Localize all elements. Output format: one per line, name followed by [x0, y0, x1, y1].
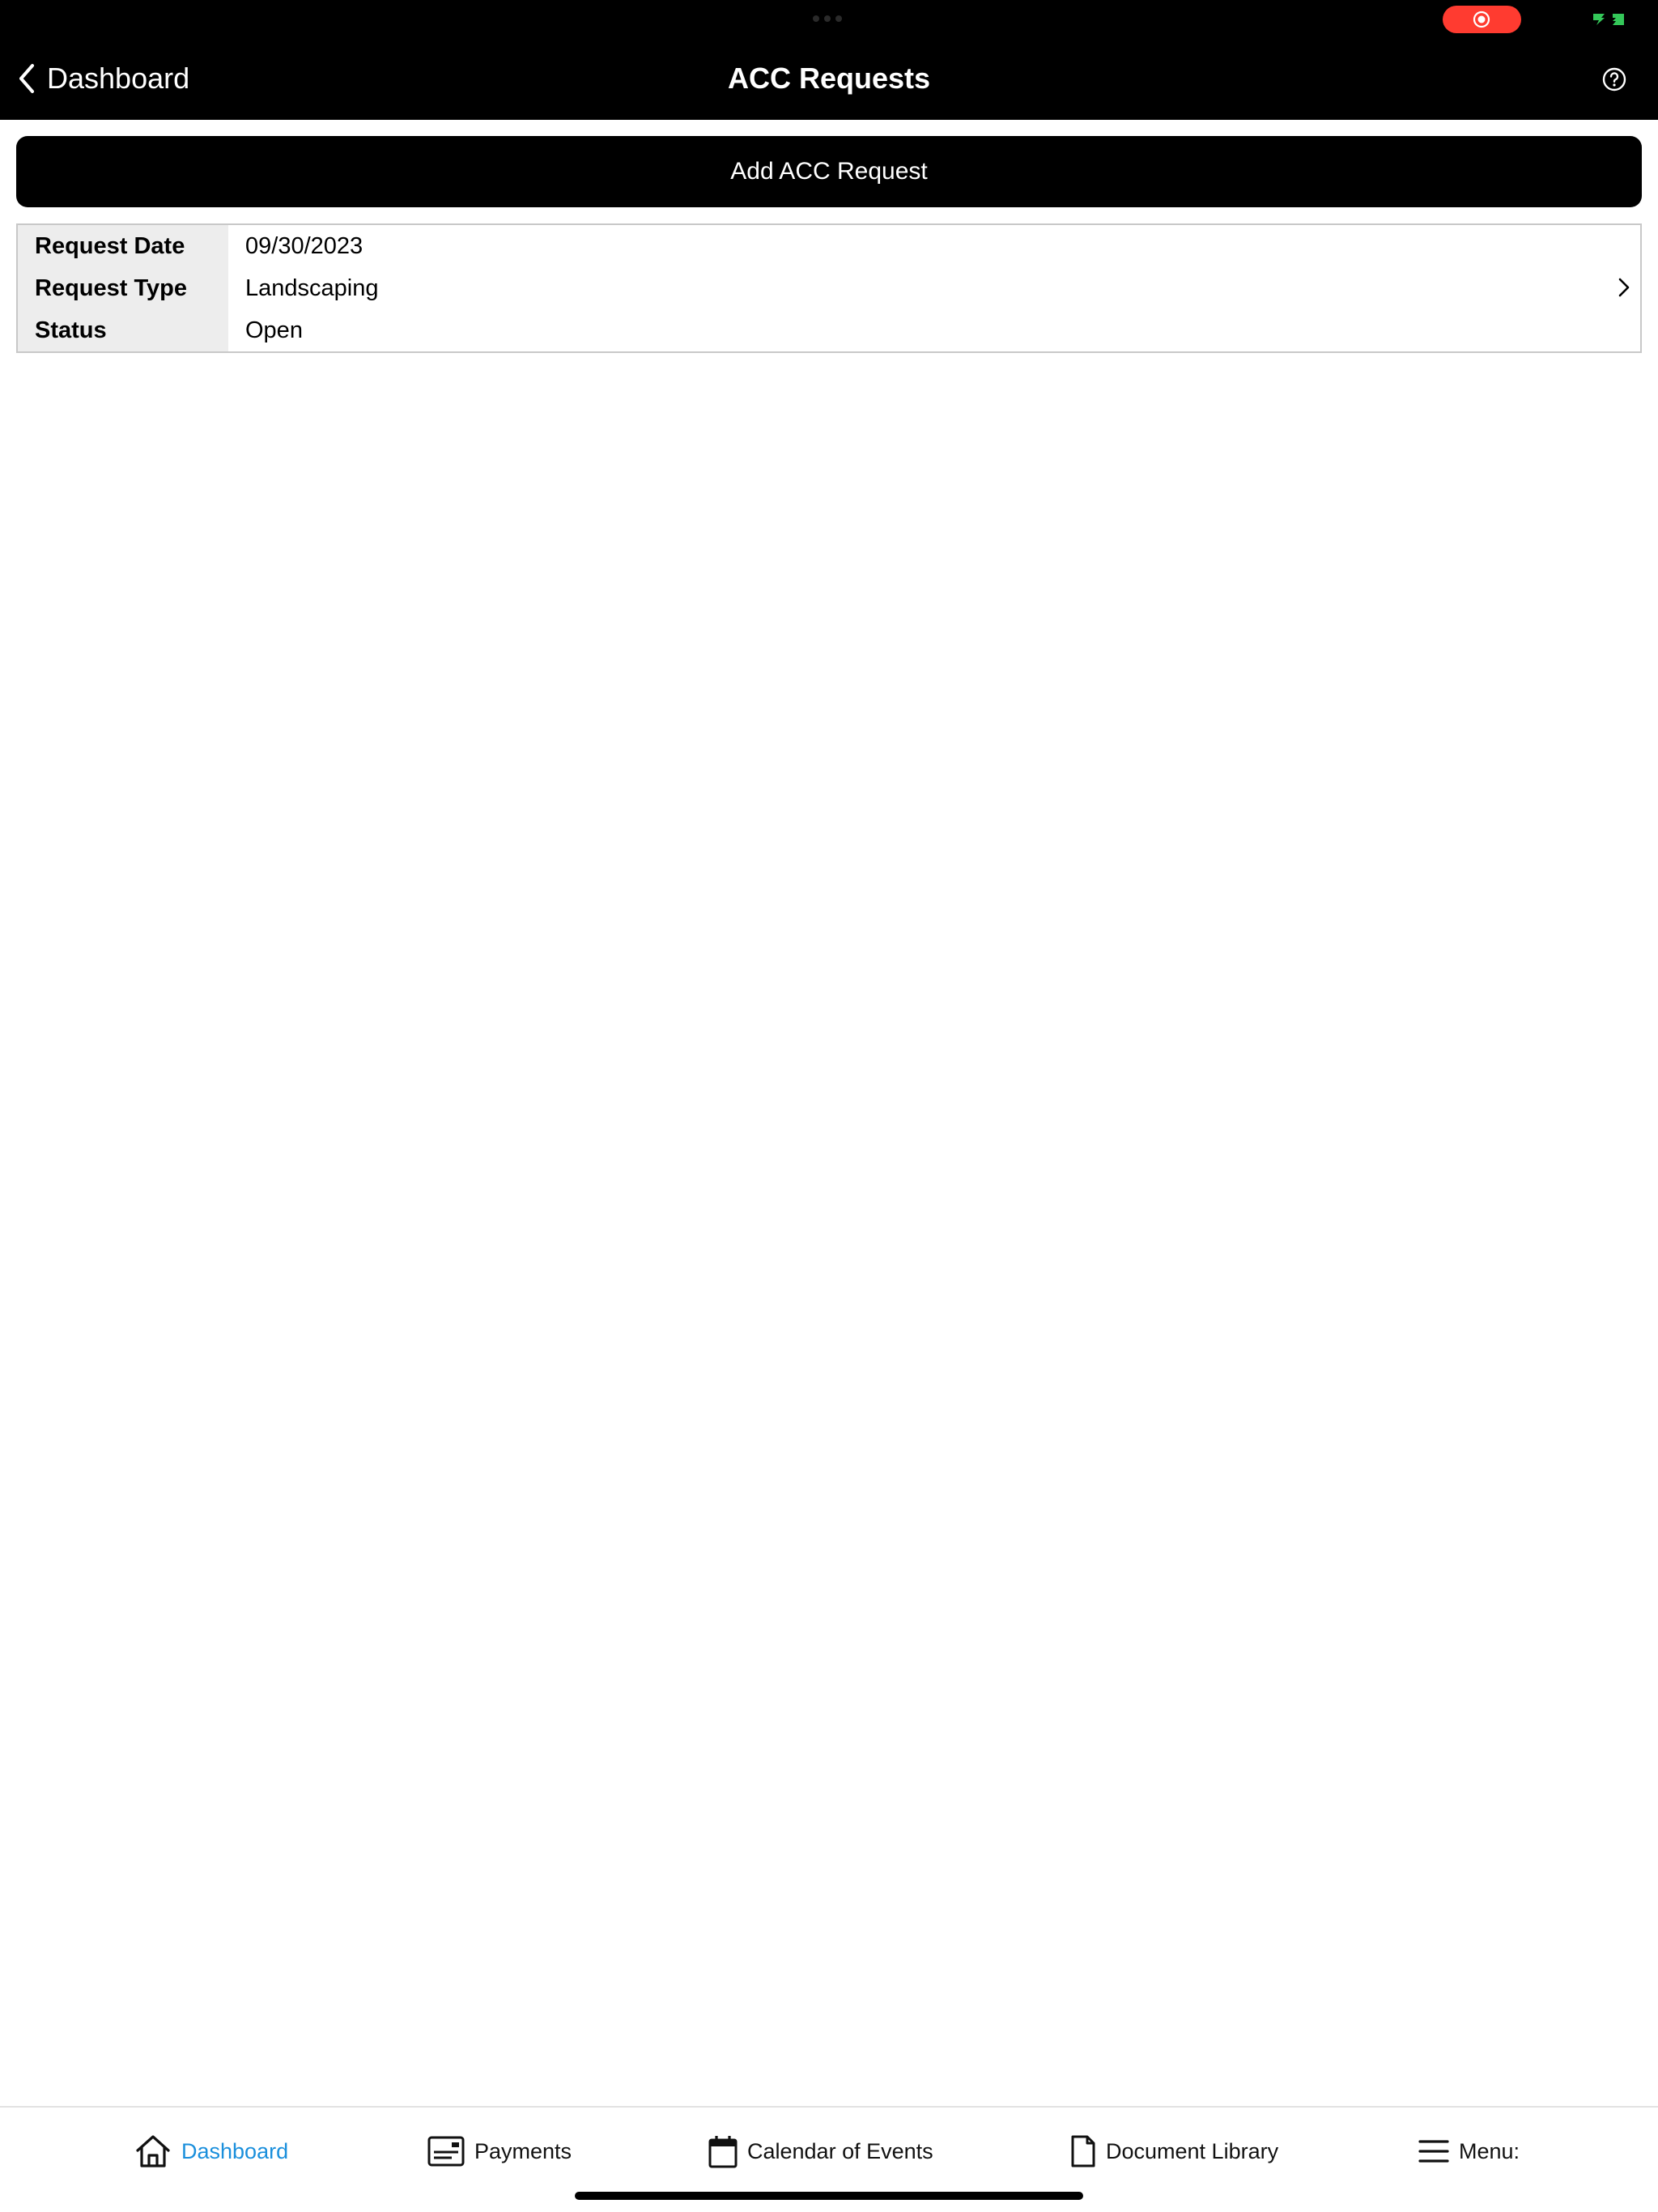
tab-menu[interactable]: Menu: — [1418, 2132, 1520, 2171]
hamburger-menu-icon — [1418, 2140, 1449, 2163]
request-type-value: Landscaping — [245, 275, 379, 301]
page-title: ACC Requests — [727, 62, 931, 95]
tab-document-library-label: Document Library — [1106, 2138, 1279, 2163]
screen-recording-indicator[interactable] — [1443, 6, 1521, 33]
charging-battery-icon — [1593, 14, 1624, 25]
status-label: Status — [35, 317, 107, 343]
tab-calendar-label: Calendar of Events — [747, 2138, 933, 2163]
tab-dashboard[interactable]: Dashboard — [134, 2132, 288, 2171]
tab-menu-label: Menu: — [1459, 2138, 1520, 2163]
home-indicator[interactable] — [575, 2192, 1083, 2200]
help-icon — [1602, 67, 1626, 91]
request-type-label: Request Type — [35, 275, 188, 301]
request-date-label: Request Date — [35, 233, 185, 259]
record-icon — [1473, 11, 1490, 28]
tab-dashboard-label: Dashboard — [181, 2138, 289, 2163]
document-icon — [1071, 2135, 1095, 2167]
acc-request-card[interactable]: Request Date 09/30/2023 Request Type Lan… — [16, 223, 1642, 353]
multitasking-dots[interactable] — [813, 15, 842, 22]
help-button[interactable] — [1601, 66, 1627, 96]
status-value: Open — [245, 317, 303, 343]
calendar-icon — [708, 2136, 738, 2168]
add-acc-request-button[interactable]: Add ACC Request — [16, 136, 1642, 207]
chevron-right-icon — [1618, 278, 1630, 297]
tab-document-library[interactable]: Document Library — [1070, 2132, 1278, 2171]
acc-requests-screen: Dashboard ACC Requests Add ACC Request R… — [0, 0, 1658, 2212]
tab-payments[interactable]: Payments — [427, 2132, 572, 2171]
tab-payments-label: Payments — [474, 2138, 572, 2163]
header-bar: Dashboard ACC Requests — [0, 0, 1658, 120]
request-date-value: 09/30/2023 — [245, 233, 363, 259]
payment-card-icon — [427, 2136, 465, 2167]
home-icon — [136, 2135, 170, 2167]
tab-calendar-of-events[interactable]: Calendar of Events — [708, 2132, 933, 2171]
